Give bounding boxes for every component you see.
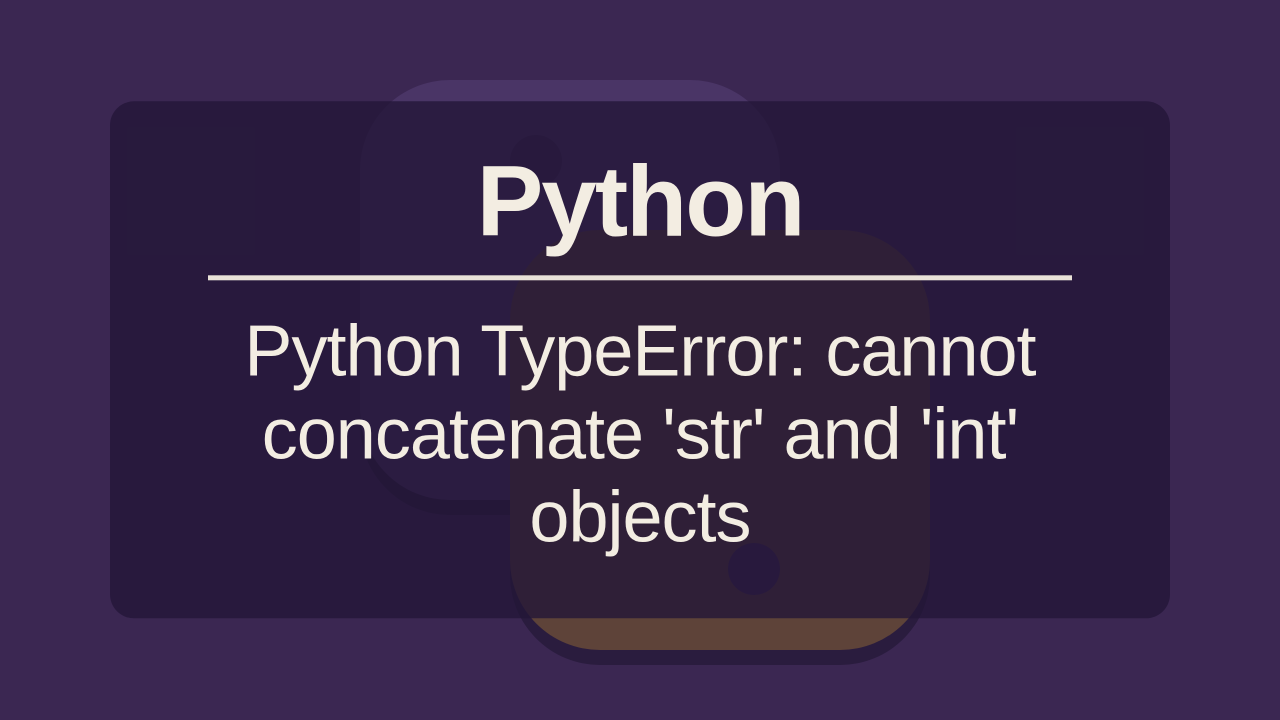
title-card: Python Python TypeError: cannot concaten… (110, 101, 1170, 618)
heading: Python (170, 151, 1110, 251)
divider (208, 275, 1073, 280)
subtitle: Python TypeError: cannot concatenate 'st… (170, 310, 1110, 558)
